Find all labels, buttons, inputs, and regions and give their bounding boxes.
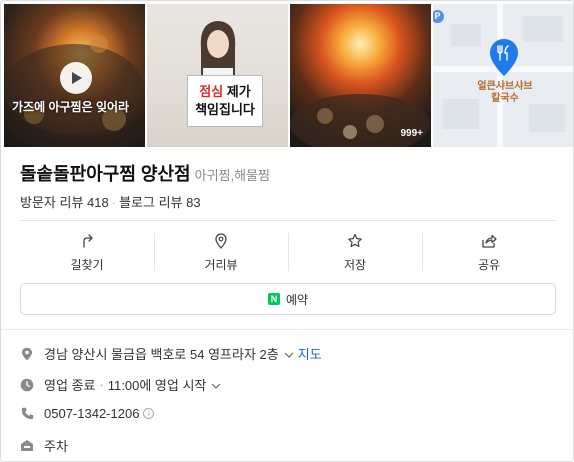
parking-row: 주차 [20,436,68,455]
directions-label: 길찾기 [70,258,104,272]
promo-photo[interactable]: 점심 제가 책임집니다 [147,4,288,147]
parking-icon [20,439,34,453]
hours-status: 영업 종료 [44,378,96,393]
map-block [529,104,565,132]
map-pin-icon [490,39,518,76]
phone-row: 0507-1342-1206 i [20,406,155,421]
video-thumbnail[interactable]: 가즈에 아구찜은 잊어라 [4,4,145,147]
save-button[interactable]: 저장 [288,231,422,273]
parking-text: 주차 [44,439,68,454]
play-icon[interactable] [60,62,92,94]
visitor-reviews-label: 방문자 리뷰 [20,195,84,210]
reserve-button[interactable]: N 예약 [20,283,556,315]
blog-reviews-link[interactable]: 블로그 리뷰 83 [119,195,201,210]
separator-dot: · [111,195,117,210]
chevron-down-icon[interactable] [284,346,294,361]
photo-strip: 가즈에 아구찜은 잊어라 점심 제가 책임집니다 999+ P 얼큰샤브샤브 칼… [4,4,573,147]
place-name: 돌솥돌판아구찜 양산점 [20,164,191,184]
title-row: 돌솥돌판아구찜 양산점 아귀찜,해물찜 [20,160,270,186]
reserve-label: 예약 [285,292,309,307]
promo-sign: 점심 제가 책임집니다 [187,75,263,127]
hours-next: 11:00에 영업 시작 [107,378,207,393]
phone-number[interactable]: 0507-1342-1206 [44,406,139,421]
chevron-down-icon[interactable] [211,377,221,392]
address-row: 경남 양산시 물금읍 백호로 54 영프라자 2층 지도 [20,344,322,363]
street-view-button[interactable]: 거리뷰 [154,231,288,273]
location-pin-icon [215,233,227,249]
street-view-label: 거리뷰 [204,258,238,272]
sign-text-line2: 책임집니다 [195,102,255,117]
action-bar: 길찾기 거리뷰 저장 공유 [20,231,556,273]
address-text: 경남 양산시 물금읍 백호로 54 영프라자 2층 [44,347,279,362]
map-block [451,24,481,46]
map-pin-label-line2: 칼국수 [491,93,519,104]
visitor-reviews-link[interactable]: 방문자 리뷰 418 [20,195,109,210]
person-image [200,21,236,82]
review-summary: 방문자 리뷰 418 · 블로그 리뷰 83 [20,192,201,211]
video-caption: 가즈에 아구찜은 잊어라 [12,100,130,114]
map-pin-label-line1: 얼큰샤브샤브 [477,81,533,92]
directions-icon [83,234,93,248]
info-icon[interactable]: i [143,408,155,419]
section-divider [1,329,573,330]
place-panel: 가즈에 아구찜은 잊어라 점심 제가 책임집니다 999+ P 얼큰샤브샤브 칼… [0,0,574,462]
blog-reviews-count: 83 [186,195,201,210]
photo-count: 999+ [400,128,423,139]
phone-icon [20,407,34,421]
clock-icon [20,378,34,392]
map-thumbnail[interactable]: P 얼큰샤브샤브 칼국수 [433,4,573,147]
hours-row[interactable]: 영업 종료 · 11:00에 영업 시작 [20,375,225,394]
map-block [523,16,563,42]
save-label: 저장 [343,258,367,272]
food-photo-fire[interactable]: 999+ [290,4,431,147]
hours-separator: · [99,377,104,392]
visitor-reviews-count: 418 [87,195,109,210]
map-pin-label: 얼큰샤브샤브 칼국수 [475,81,535,105]
sign-text-red: 점심 [199,84,224,99]
star-icon [348,233,362,248]
divider [20,220,556,221]
map-block [443,99,479,129]
naver-n-icon: N [267,293,280,305]
place-category: 아귀찜,해물찜 [194,168,270,183]
directions-button[interactable]: 길찾기 [20,231,154,273]
fire-image [290,94,430,147]
sign-text: 제가 [223,84,251,99]
blog-reviews-label: 블로그 리뷰 [119,195,183,210]
location-icon [20,347,34,361]
share-button[interactable]: 공유 [422,231,556,273]
map-link[interactable]: 지도 [298,344,322,363]
share-icon [482,234,497,248]
share-label: 공유 [477,258,501,272]
